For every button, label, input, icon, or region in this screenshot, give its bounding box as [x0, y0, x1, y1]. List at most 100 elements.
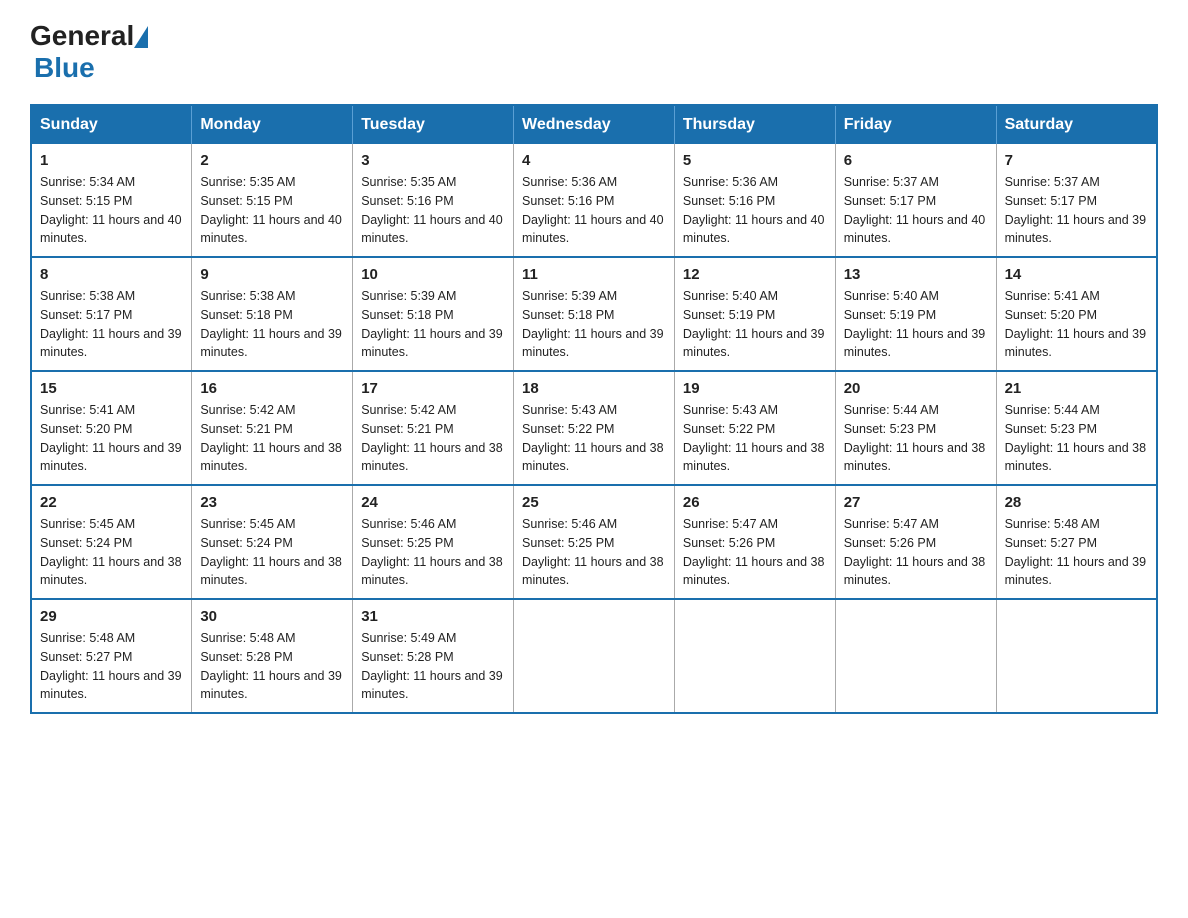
calendar-cell: 28 Sunrise: 5:48 AMSunset: 5:27 PMDaylig… [996, 485, 1157, 599]
calendar-cell: 23 Sunrise: 5:45 AMSunset: 5:24 PMDaylig… [192, 485, 353, 599]
calendar-week-row: 15 Sunrise: 5:41 AMSunset: 5:20 PMDaylig… [31, 371, 1157, 485]
day-info: Sunrise: 5:41 AMSunset: 5:20 PMDaylight:… [1005, 287, 1148, 362]
day-number: 15 [40, 380, 183, 397]
calendar-cell [835, 599, 996, 713]
day-info: Sunrise: 5:36 AMSunset: 5:16 PMDaylight:… [683, 173, 827, 248]
calendar-header-wednesday: Wednesday [514, 105, 675, 144]
day-info: Sunrise: 5:45 AMSunset: 5:24 PMDaylight:… [200, 515, 344, 590]
day-info: Sunrise: 5:37 AMSunset: 5:17 PMDaylight:… [1005, 173, 1148, 248]
day-number: 13 [844, 266, 988, 283]
day-info: Sunrise: 5:48 AMSunset: 5:27 PMDaylight:… [1005, 515, 1148, 590]
calendar-cell: 26 Sunrise: 5:47 AMSunset: 5:26 PMDaylig… [674, 485, 835, 599]
day-number: 21 [1005, 380, 1148, 397]
calendar-cell [996, 599, 1157, 713]
day-info: Sunrise: 5:38 AMSunset: 5:18 PMDaylight:… [200, 287, 344, 362]
calendar-week-row: 29 Sunrise: 5:48 AMSunset: 5:27 PMDaylig… [31, 599, 1157, 713]
day-number: 22 [40, 494, 183, 511]
calendar-cell: 16 Sunrise: 5:42 AMSunset: 5:21 PMDaylig… [192, 371, 353, 485]
calendar-cell: 11 Sunrise: 5:39 AMSunset: 5:18 PMDaylig… [514, 257, 675, 371]
day-number: 11 [522, 266, 666, 283]
logo-blue-text: Blue [34, 52, 95, 83]
day-info: Sunrise: 5:36 AMSunset: 5:16 PMDaylight:… [522, 173, 666, 248]
day-info: Sunrise: 5:41 AMSunset: 5:20 PMDaylight:… [40, 401, 183, 476]
calendar-header-tuesday: Tuesday [353, 105, 514, 144]
day-info: Sunrise: 5:43 AMSunset: 5:22 PMDaylight:… [522, 401, 666, 476]
day-info: Sunrise: 5:40 AMSunset: 5:19 PMDaylight:… [683, 287, 827, 362]
calendar-cell: 7 Sunrise: 5:37 AMSunset: 5:17 PMDayligh… [996, 144, 1157, 257]
day-info: Sunrise: 5:44 AMSunset: 5:23 PMDaylight:… [1005, 401, 1148, 476]
calendar-week-row: 1 Sunrise: 5:34 AMSunset: 5:15 PMDayligh… [31, 144, 1157, 257]
day-info: Sunrise: 5:35 AMSunset: 5:16 PMDaylight:… [361, 173, 505, 248]
day-number: 16 [200, 380, 344, 397]
calendar-cell: 5 Sunrise: 5:36 AMSunset: 5:16 PMDayligh… [674, 144, 835, 257]
calendar-week-row: 22 Sunrise: 5:45 AMSunset: 5:24 PMDaylig… [31, 485, 1157, 599]
day-info: Sunrise: 5:44 AMSunset: 5:23 PMDaylight:… [844, 401, 988, 476]
calendar-cell: 24 Sunrise: 5:46 AMSunset: 5:25 PMDaylig… [353, 485, 514, 599]
day-info: Sunrise: 5:48 AMSunset: 5:27 PMDaylight:… [40, 629, 183, 704]
calendar-header-sunday: Sunday [31, 105, 192, 144]
calendar-cell: 14 Sunrise: 5:41 AMSunset: 5:20 PMDaylig… [996, 257, 1157, 371]
calendar-cell: 19 Sunrise: 5:43 AMSunset: 5:22 PMDaylig… [674, 371, 835, 485]
day-number: 27 [844, 494, 988, 511]
day-number: 19 [683, 380, 827, 397]
day-number: 24 [361, 494, 505, 511]
day-number: 9 [200, 266, 344, 283]
day-number: 5 [683, 152, 827, 169]
calendar-cell: 10 Sunrise: 5:39 AMSunset: 5:18 PMDaylig… [353, 257, 514, 371]
day-number: 31 [361, 608, 505, 625]
day-number: 10 [361, 266, 505, 283]
logo: General Blue [30, 20, 148, 84]
calendar-header-saturday: Saturday [996, 105, 1157, 144]
day-info: Sunrise: 5:39 AMSunset: 5:18 PMDaylight:… [361, 287, 505, 362]
calendar-cell: 12 Sunrise: 5:40 AMSunset: 5:19 PMDaylig… [674, 257, 835, 371]
day-info: Sunrise: 5:34 AMSunset: 5:15 PMDaylight:… [40, 173, 183, 248]
day-number: 7 [1005, 152, 1148, 169]
calendar-cell: 4 Sunrise: 5:36 AMSunset: 5:16 PMDayligh… [514, 144, 675, 257]
calendar-cell [674, 599, 835, 713]
calendar-cell: 30 Sunrise: 5:48 AMSunset: 5:28 PMDaylig… [192, 599, 353, 713]
day-number: 23 [200, 494, 344, 511]
calendar-cell: 22 Sunrise: 5:45 AMSunset: 5:24 PMDaylig… [31, 485, 192, 599]
day-info: Sunrise: 5:38 AMSunset: 5:17 PMDaylight:… [40, 287, 183, 362]
day-number: 17 [361, 380, 505, 397]
page-header: General Blue [30, 20, 1158, 84]
day-info: Sunrise: 5:49 AMSunset: 5:28 PMDaylight:… [361, 629, 505, 704]
calendar-cell: 31 Sunrise: 5:49 AMSunset: 5:28 PMDaylig… [353, 599, 514, 713]
calendar-cell: 13 Sunrise: 5:40 AMSunset: 5:19 PMDaylig… [835, 257, 996, 371]
logo-general-text: General [30, 20, 134, 52]
day-info: Sunrise: 5:37 AMSunset: 5:17 PMDaylight:… [844, 173, 988, 248]
day-info: Sunrise: 5:42 AMSunset: 5:21 PMDaylight:… [361, 401, 505, 476]
calendar-cell: 9 Sunrise: 5:38 AMSunset: 5:18 PMDayligh… [192, 257, 353, 371]
day-info: Sunrise: 5:48 AMSunset: 5:28 PMDaylight:… [200, 629, 344, 704]
day-info: Sunrise: 5:35 AMSunset: 5:15 PMDaylight:… [200, 173, 344, 248]
day-info: Sunrise: 5:47 AMSunset: 5:26 PMDaylight:… [683, 515, 827, 590]
day-number: 14 [1005, 266, 1148, 283]
calendar-cell: 25 Sunrise: 5:46 AMSunset: 5:25 PMDaylig… [514, 485, 675, 599]
day-info: Sunrise: 5:45 AMSunset: 5:24 PMDaylight:… [40, 515, 183, 590]
day-info: Sunrise: 5:43 AMSunset: 5:22 PMDaylight:… [683, 401, 827, 476]
day-info: Sunrise: 5:46 AMSunset: 5:25 PMDaylight:… [361, 515, 505, 590]
calendar-cell: 20 Sunrise: 5:44 AMSunset: 5:23 PMDaylig… [835, 371, 996, 485]
day-number: 4 [522, 152, 666, 169]
calendar-cell: 3 Sunrise: 5:35 AMSunset: 5:16 PMDayligh… [353, 144, 514, 257]
calendar-cell: 29 Sunrise: 5:48 AMSunset: 5:27 PMDaylig… [31, 599, 192, 713]
day-number: 2 [200, 152, 344, 169]
day-number: 8 [40, 266, 183, 283]
day-number: 1 [40, 152, 183, 169]
logo-triangle-icon [134, 26, 148, 48]
calendar-cell: 15 Sunrise: 5:41 AMSunset: 5:20 PMDaylig… [31, 371, 192, 485]
day-number: 3 [361, 152, 505, 169]
calendar-cell: 6 Sunrise: 5:37 AMSunset: 5:17 PMDayligh… [835, 144, 996, 257]
calendar-cell: 17 Sunrise: 5:42 AMSunset: 5:21 PMDaylig… [353, 371, 514, 485]
day-number: 6 [844, 152, 988, 169]
calendar-header-monday: Monday [192, 105, 353, 144]
calendar-week-row: 8 Sunrise: 5:38 AMSunset: 5:17 PMDayligh… [31, 257, 1157, 371]
calendar-header-thursday: Thursday [674, 105, 835, 144]
day-info: Sunrise: 5:42 AMSunset: 5:21 PMDaylight:… [200, 401, 344, 476]
day-info: Sunrise: 5:39 AMSunset: 5:18 PMDaylight:… [522, 287, 666, 362]
calendar-header-friday: Friday [835, 105, 996, 144]
day-info: Sunrise: 5:47 AMSunset: 5:26 PMDaylight:… [844, 515, 988, 590]
day-number: 20 [844, 380, 988, 397]
day-info: Sunrise: 5:46 AMSunset: 5:25 PMDaylight:… [522, 515, 666, 590]
day-number: 29 [40, 608, 183, 625]
